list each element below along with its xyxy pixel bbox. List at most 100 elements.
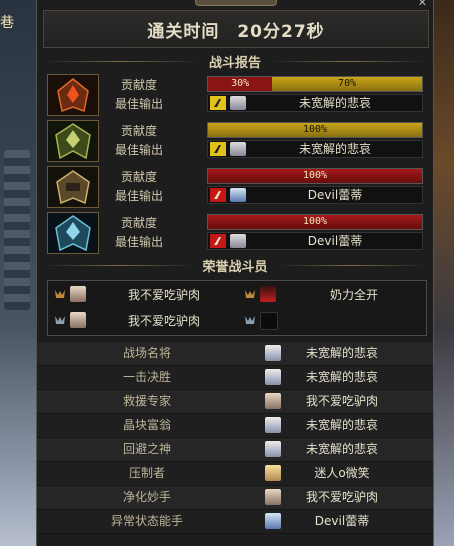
character-face-icon xyxy=(265,369,281,385)
contribution-segment: 30% xyxy=(208,77,273,91)
best-output-box: 未宽解的悲哀 xyxy=(207,140,423,158)
award-title: 战场名将 xyxy=(122,346,171,360)
award-list: 战场名将 未宽解的悲哀 一击决胜 未宽解的悲哀 救援专家 我不爱吃驴肉 晶块富翁 未宽解… xyxy=(37,342,433,534)
battle-report-title: 战斗报告 xyxy=(209,55,262,71)
close-icon[interactable]: ✕ xyxy=(418,0,427,9)
honor-entry[interactable] xyxy=(238,309,426,333)
character-face-icon xyxy=(265,393,281,409)
player-row-2: 贡献度 最佳输出 100% 未宽解的悲哀 xyxy=(47,120,423,162)
best-output-name: 未宽解的悲哀 xyxy=(298,96,371,110)
character-face-icon xyxy=(260,312,278,330)
contribution-segment: 100% xyxy=(208,215,422,229)
award-row[interactable]: 净化妙手 我不爱吃驴肉 xyxy=(37,486,433,510)
honor-name: 我不爱吃驴肉 xyxy=(127,314,200,328)
contribution-segment: 100% xyxy=(208,123,422,137)
player-avatar[interactable] xyxy=(47,166,99,208)
contribution-bar: 100% xyxy=(207,214,423,230)
avatar-green-armor-icon xyxy=(48,121,98,161)
award-title: 救援专家 xyxy=(122,394,171,408)
contribution-segment: 100% xyxy=(208,169,422,183)
background-label: 巷 xyxy=(0,15,14,31)
honor-name: 奶力全开 xyxy=(329,288,378,302)
award-title: 净化妙手 xyxy=(122,490,171,504)
character-face-icon xyxy=(265,441,281,457)
award-title: 晶块富翁 xyxy=(122,418,171,432)
avatar-red-armor-icon xyxy=(48,75,98,115)
award-row[interactable]: 救援专家 我不爱吃驴肉 xyxy=(37,390,433,414)
battle-report-heading: 战斗报告 xyxy=(43,52,428,71)
honor-heading: 荣誉战斗员 xyxy=(43,256,428,275)
character-face-icon xyxy=(70,312,86,328)
best-output-name: Devil蕾蒂 xyxy=(307,188,363,202)
contribution-label: 贡献度 xyxy=(120,78,157,92)
award-winner: 我不爱吃驴肉 xyxy=(305,490,378,504)
contribution-bar: 100% xyxy=(207,168,423,184)
award-row[interactable]: 异常状态能手 Devil蕾蒂 xyxy=(37,510,433,534)
honor-entry[interactable]: 我不爱吃驴肉 xyxy=(48,309,236,333)
character-face-icon xyxy=(265,417,281,433)
award-winner: 未宽解的悲哀 xyxy=(305,370,378,384)
award-row[interactable]: 回避之神 未宽解的悲哀 xyxy=(37,438,433,462)
award-row[interactable]: 晶块富翁 未宽解的悲哀 xyxy=(37,414,433,438)
award-row[interactable]: 压制者 迷人o微笑 xyxy=(37,462,433,486)
player-avatar[interactable] xyxy=(47,120,99,162)
contribution-label: 贡献度 xyxy=(120,124,157,138)
award-winner: 未宽解的悲哀 xyxy=(305,346,378,360)
honor-box: 我不爱吃驴肉 奶力全开 我不爱吃驴肉 xyxy=(47,280,427,336)
best-output-box: 未宽解的悲哀 xyxy=(207,94,423,112)
character-face-icon xyxy=(265,489,281,505)
award-winner: 未宽解的悲哀 xyxy=(305,418,378,432)
honor-entry[interactable]: 我不爱吃驴肉 xyxy=(48,283,236,307)
background-structure xyxy=(4,150,30,310)
weapon-icon xyxy=(210,96,226,110)
battle-report-panel: ✕ 通关时间 20分27秒 战斗报告 贡献度 最佳输出 30% 70% 未宽解的… xyxy=(36,0,434,546)
player-row-1: 贡献度 最佳输出 30% 70% 未宽解的悲哀 xyxy=(47,74,423,116)
weapon-icon xyxy=(210,142,226,156)
character-face-icon xyxy=(230,234,246,248)
character-face-icon xyxy=(230,96,246,110)
player-row-3: 贡献度 最佳输出 100% Devil蕾蒂 xyxy=(47,166,423,208)
award-title: 一击决胜 xyxy=(122,370,171,384)
clear-time-header: 通关时间 20分27秒 xyxy=(43,10,429,48)
best-output-box: Devil蕾蒂 xyxy=(207,232,423,250)
contribution-bar: 30% 70% xyxy=(207,76,423,92)
honor-title: 荣誉战斗员 xyxy=(202,259,268,275)
honor-name: 我不爱吃驴肉 xyxy=(127,288,200,302)
character-face-icon xyxy=(230,188,246,202)
contribution-bar: 100% xyxy=(207,122,423,138)
medal-icon xyxy=(245,316,255,324)
contribution-label: 贡献度 xyxy=(120,216,157,230)
weapon-icon xyxy=(210,234,226,248)
award-winner: 我不爱吃驴肉 xyxy=(305,394,378,408)
player-avatar[interactable] xyxy=(47,74,99,116)
contribution-segment: 70% xyxy=(272,77,422,91)
background-left-scene: 巷 xyxy=(0,0,36,546)
background-right-scene xyxy=(432,0,454,546)
clear-time-label: 通关时间 xyxy=(147,21,220,42)
award-winner: Devil蕾蒂 xyxy=(314,514,370,528)
best-output-label: 最佳输出 xyxy=(114,235,163,249)
honor-entry[interactable]: 奶力全开 xyxy=(238,283,426,307)
character-face-icon xyxy=(230,142,246,156)
award-row[interactable]: 战场名将 未宽解的悲哀 xyxy=(37,342,433,366)
character-face-icon xyxy=(70,286,86,302)
player-avatar[interactable] xyxy=(47,212,99,254)
award-winner: 迷人o微笑 xyxy=(314,466,370,480)
best-output-label: 最佳输出 xyxy=(114,143,163,157)
contribution-label: 贡献度 xyxy=(120,170,157,184)
clear-time-value: 20分27秒 xyxy=(237,21,325,42)
best-output-name: 未宽解的悲哀 xyxy=(298,142,371,156)
best-output-name: Devil蕾蒂 xyxy=(307,234,363,248)
award-title: 异常状态能手 xyxy=(110,514,183,528)
player-row-4: 贡献度 最佳输出 100% Devil蕾蒂 xyxy=(47,212,423,254)
best-output-box: Devil蕾蒂 xyxy=(207,186,423,204)
window-title-tab xyxy=(195,0,277,6)
character-face-icon xyxy=(260,286,276,302)
award-title: 回避之神 xyxy=(122,442,171,456)
character-face-icon xyxy=(265,513,281,529)
medal-icon xyxy=(55,290,65,298)
character-face-icon xyxy=(265,465,281,481)
avatar-blue-armor-icon xyxy=(48,213,98,253)
avatar-gold-armor-icon xyxy=(48,167,98,207)
award-row[interactable]: 一击决胜 未宽解的悲哀 xyxy=(37,366,433,390)
